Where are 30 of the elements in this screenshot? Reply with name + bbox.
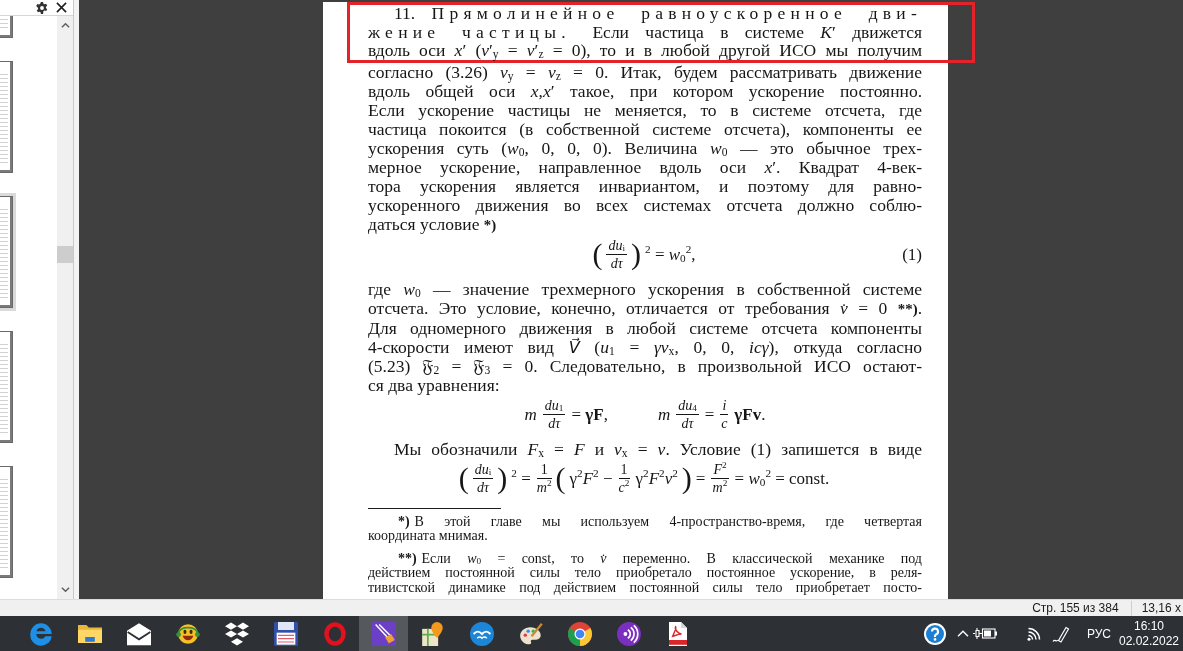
- envelope-icon[interactable]: [126, 621, 151, 646]
- close-icon[interactable]: [56, 2, 67, 13]
- page-size-text: 13,16 x: [1141, 601, 1181, 615]
- footnote: **) Если w$_{0}$ = const, то v̇ переменно. В классической механике под действием постоянной силы тело приобретало постоянное ускорение, в реля- тивистской динамике под действием постоянной силы тело приобретает посто-: [368, 551, 922, 596]
- e-swirl-icon[interactable]: [28, 621, 53, 646]
- footnote: *) В этой главе мы используем 4-пространство-время, где четвертая координата мнимая.: [368, 514, 922, 544]
- birds-icon[interactable]: [469, 621, 494, 646]
- settings-icon[interactable]: [36, 1, 48, 14]
- battery-icon[interactable]: [973, 627, 997, 640]
- page-indicator: Стр. 155 из 384: [1032, 601, 1119, 615]
- diamonds-icon[interactable]: [224, 621, 249, 646]
- ring-icon[interactable]: [322, 621, 347, 646]
- chevron-up-icon[interactable]: [60, 22, 70, 28]
- clock-button[interactable]: 16:10 02.02.2022: [1118, 616, 1180, 651]
- segmented-circle-icon[interactable]: [567, 621, 592, 646]
- equation-number: (1): [902, 244, 922, 264]
- map-pin-icon[interactable]: [420, 621, 445, 646]
- body-paragraph: согласно (3.26) v$_{y}$ = v$_{z}$ = 0. Итак, будем рассматривать движение вдоль общей оси x,x′ такое, при котором ускорение постоянно. Если ускорение частицы не меняется, то в системе отсчета, где частица покоится (в собственной системе отсчета), компоненты ее ускорения суть (w$_{0}$, 0, 0, 0). Величина w$_{0}$ — это обычное трех- мерное ускорение, направленное вдоль оси x′. Квадрат 4-век- тора ускорения является инвариантом, и поэтому для равно- ускоренного движения во всех системах отсчета должно соблю- даться условие *): [368, 62, 922, 235]
- pen-icon[interactable]: [1052, 624, 1070, 643]
- palette-icon[interactable]: [518, 621, 543, 646]
- scrollbar-thumb[interactable]: [57, 246, 73, 263]
- signal-waves-icon[interactable]: [616, 621, 641, 646]
- body-paragraph: где w$_{0}$ — значение трехмерного ускорения в собственной системе отсчета. Это условие, конечно, отличается от требования v̇ = 0 **). Для одномерного движения в любой системе отсчета компоненты 4-скорости имеют вид V⃗ (u$_{1}$ = γv$_{x}$, 0, 0, icγ), откуда согласно (5.23) 𝔉$_{2}$ = 𝔉$_{3}$ = 0. Следовательно, в произвольной ИСО остают- ся два уравнения:: [368, 279, 922, 395]
- language-button[interactable]: РУС: [1080, 616, 1118, 651]
- smiley-icon[interactable]: [175, 621, 200, 646]
- chevron-down-icon[interactable]: [60, 587, 70, 593]
- help-icon[interactable]: [924, 622, 946, 645]
- pen-tile-icon[interactable]: [371, 621, 396, 646]
- body-paragraph: Мы обозначили F$_{x}$ = F и v$_{x}$ = v. Условие (1) запишется в виде: [393, 439, 922, 459]
- wifi-icon[interactable]: [1027, 626, 1043, 641]
